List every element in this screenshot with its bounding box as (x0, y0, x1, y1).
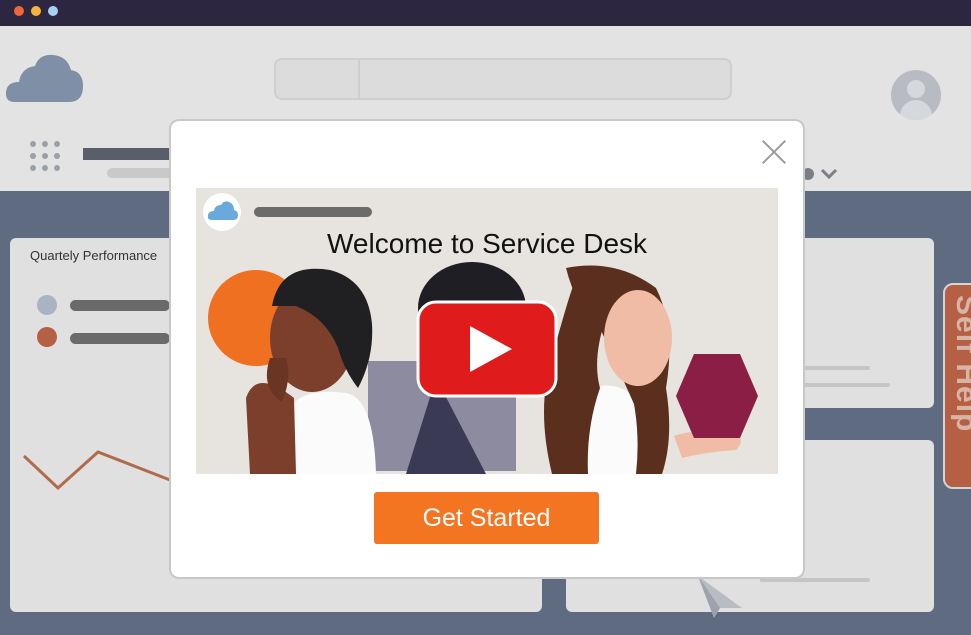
placeholder-line (800, 366, 870, 370)
card-title: Quartely Performance (30, 248, 158, 263)
legend-label-series-2 (70, 333, 170, 344)
welcome-video-player[interactable]: Welcome to Service Desk (196, 188, 778, 474)
paper-plane-icon (698, 576, 742, 618)
apps-grid-icon[interactable] (30, 141, 64, 175)
window-close-button[interactable] (14, 6, 24, 16)
nav-dropdown-chevron-icon[interactable] (798, 165, 844, 183)
nav-tab-active[interactable] (83, 148, 173, 160)
legend-label-series-1 (70, 300, 170, 311)
placeholder-line (800, 383, 890, 387)
legend-dot-series-2 (37, 327, 57, 347)
get-started-button[interactable]: Get Started (374, 492, 599, 544)
performance-line-chart (22, 450, 171, 491)
window-titlebar (0, 0, 971, 26)
placeholder-line (760, 578, 870, 582)
close-icon[interactable] (761, 138, 789, 166)
cloud-icon[interactable] (5, 52, 85, 106)
nav-tab-label (107, 168, 173, 178)
search-input[interactable] (274, 58, 732, 100)
self-help-tab[interactable]: Self Help (943, 283, 971, 489)
legend-dot-series-1 (37, 295, 57, 315)
user-avatar-icon[interactable] (891, 70, 941, 120)
search-divider (358, 60, 360, 98)
play-icon[interactable] (416, 300, 558, 398)
window-maximize-button[interactable] (48, 6, 58, 16)
window-minimize-button[interactable] (31, 6, 41, 16)
self-help-label: Self Help (950, 295, 971, 433)
